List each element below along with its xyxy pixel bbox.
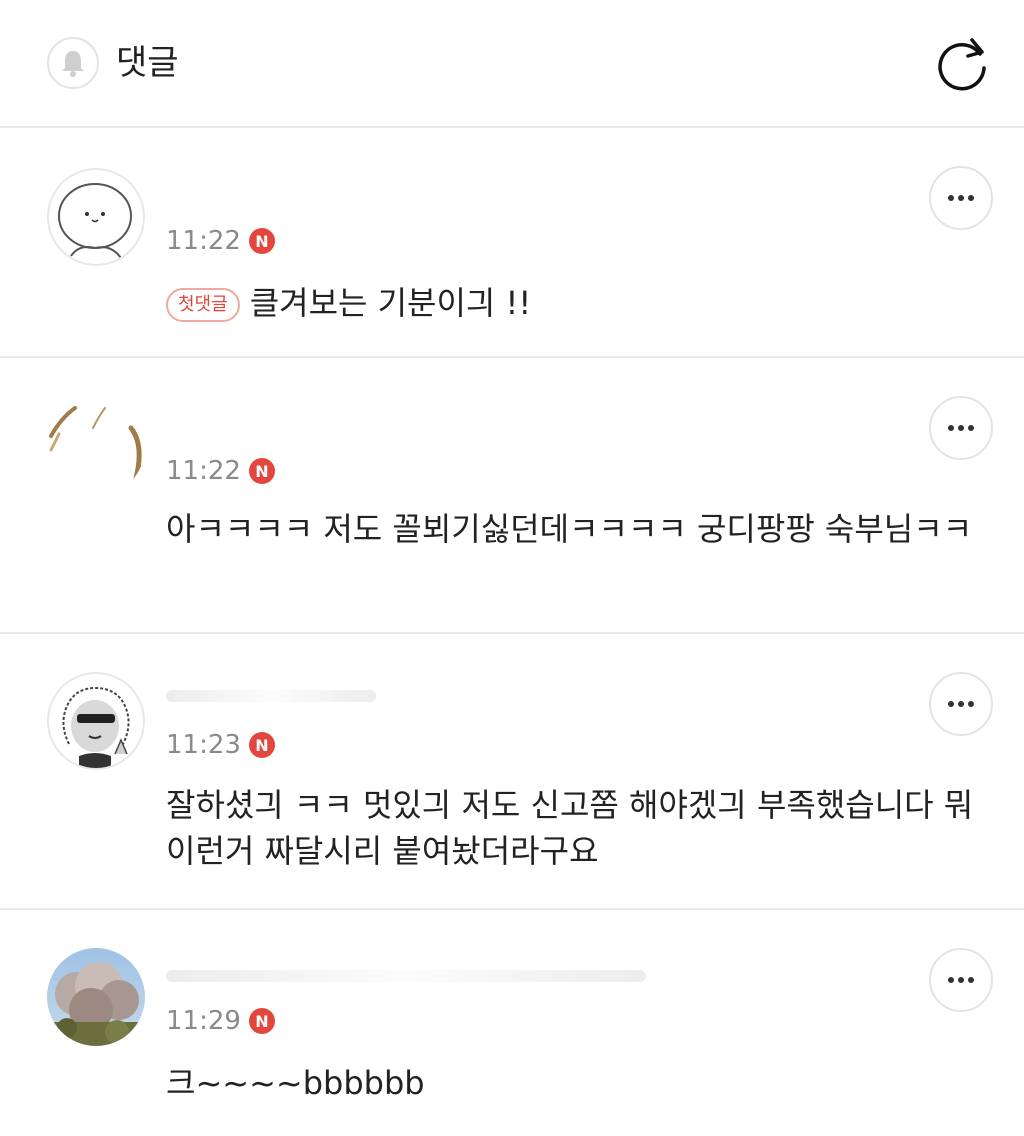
avatar[interactable] [47, 168, 145, 266]
username-redacted [166, 690, 376, 702]
comment-text: 크~~~~bbbbbb [166, 1064, 425, 1102]
comment-item: 11:22 N 아ㅋㅋㅋㅋ 저도 꼴뵈기싫던데ㅋㅋㅋㅋ 궁디팡팡 숙부님ㅋㅋ [0, 358, 1024, 634]
page-title: 댓글 [116, 43, 179, 83]
comment-time: 11:22 [166, 456, 241, 486]
comment-text: 첫댓글 클겨보는 기분이긔 !! [166, 280, 976, 326]
more-options-button[interactable] [929, 948, 993, 1012]
new-badge: N [248, 458, 275, 484]
new-badge: N [248, 228, 275, 254]
comment-meta: 11:22 N [166, 224, 275, 258]
refresh-icon[interactable] [932, 34, 992, 94]
comment-item: 11:23 N 잘하셨긔 ㅋㅋ 멋있긔 저도 신고쫌 해야겠긔 부족했습니다 뭐… [0, 634, 1024, 910]
more-options-button[interactable] [929, 166, 993, 230]
comment-item: 11:29 N 크~~~~bbbbbb [0, 910, 1024, 1136]
more-options-button[interactable] [929, 396, 993, 460]
new-badge: N [248, 1008, 275, 1034]
comment-meta: 11:23 N [166, 728, 275, 762]
first-comment-badge: 첫댓글 [166, 288, 240, 322]
comment-time: 11:22 [166, 226, 241, 256]
comment-body: 클겨보는 기분이긔 !! [249, 284, 532, 322]
bell-icon[interactable] [47, 37, 99, 89]
comment-meta: 11:22 N [166, 454, 275, 488]
comment-text: 아ㅋㅋㅋㅋ 저도 꼴뵈기싫던데ㅋㅋㅋㅋ 궁디팡팡 숙부님ㅋㅋ [166, 510, 973, 548]
comment-time: 11:29 [166, 1006, 241, 1036]
more-options-button[interactable] [929, 672, 993, 736]
comment-time: 11:23 [166, 730, 241, 760]
username-redacted [166, 970, 646, 982]
avatar[interactable] [47, 672, 145, 770]
comment-meta: 11:29 N [166, 1004, 275, 1038]
comment-item: 11:22 N 첫댓글 클겨보는 기분이긔 !! [0, 128, 1024, 358]
comment-text: 잘하셨긔 ㅋㅋ 멋있긔 저도 신고쫌 해야겠긔 부족했습니다 뭐 이런거 짜달시… [166, 786, 974, 870]
avatar[interactable] [47, 948, 145, 1046]
header: 댓글 [0, 0, 1024, 128]
avatar[interactable] [47, 398, 145, 496]
new-badge: N [248, 732, 275, 758]
